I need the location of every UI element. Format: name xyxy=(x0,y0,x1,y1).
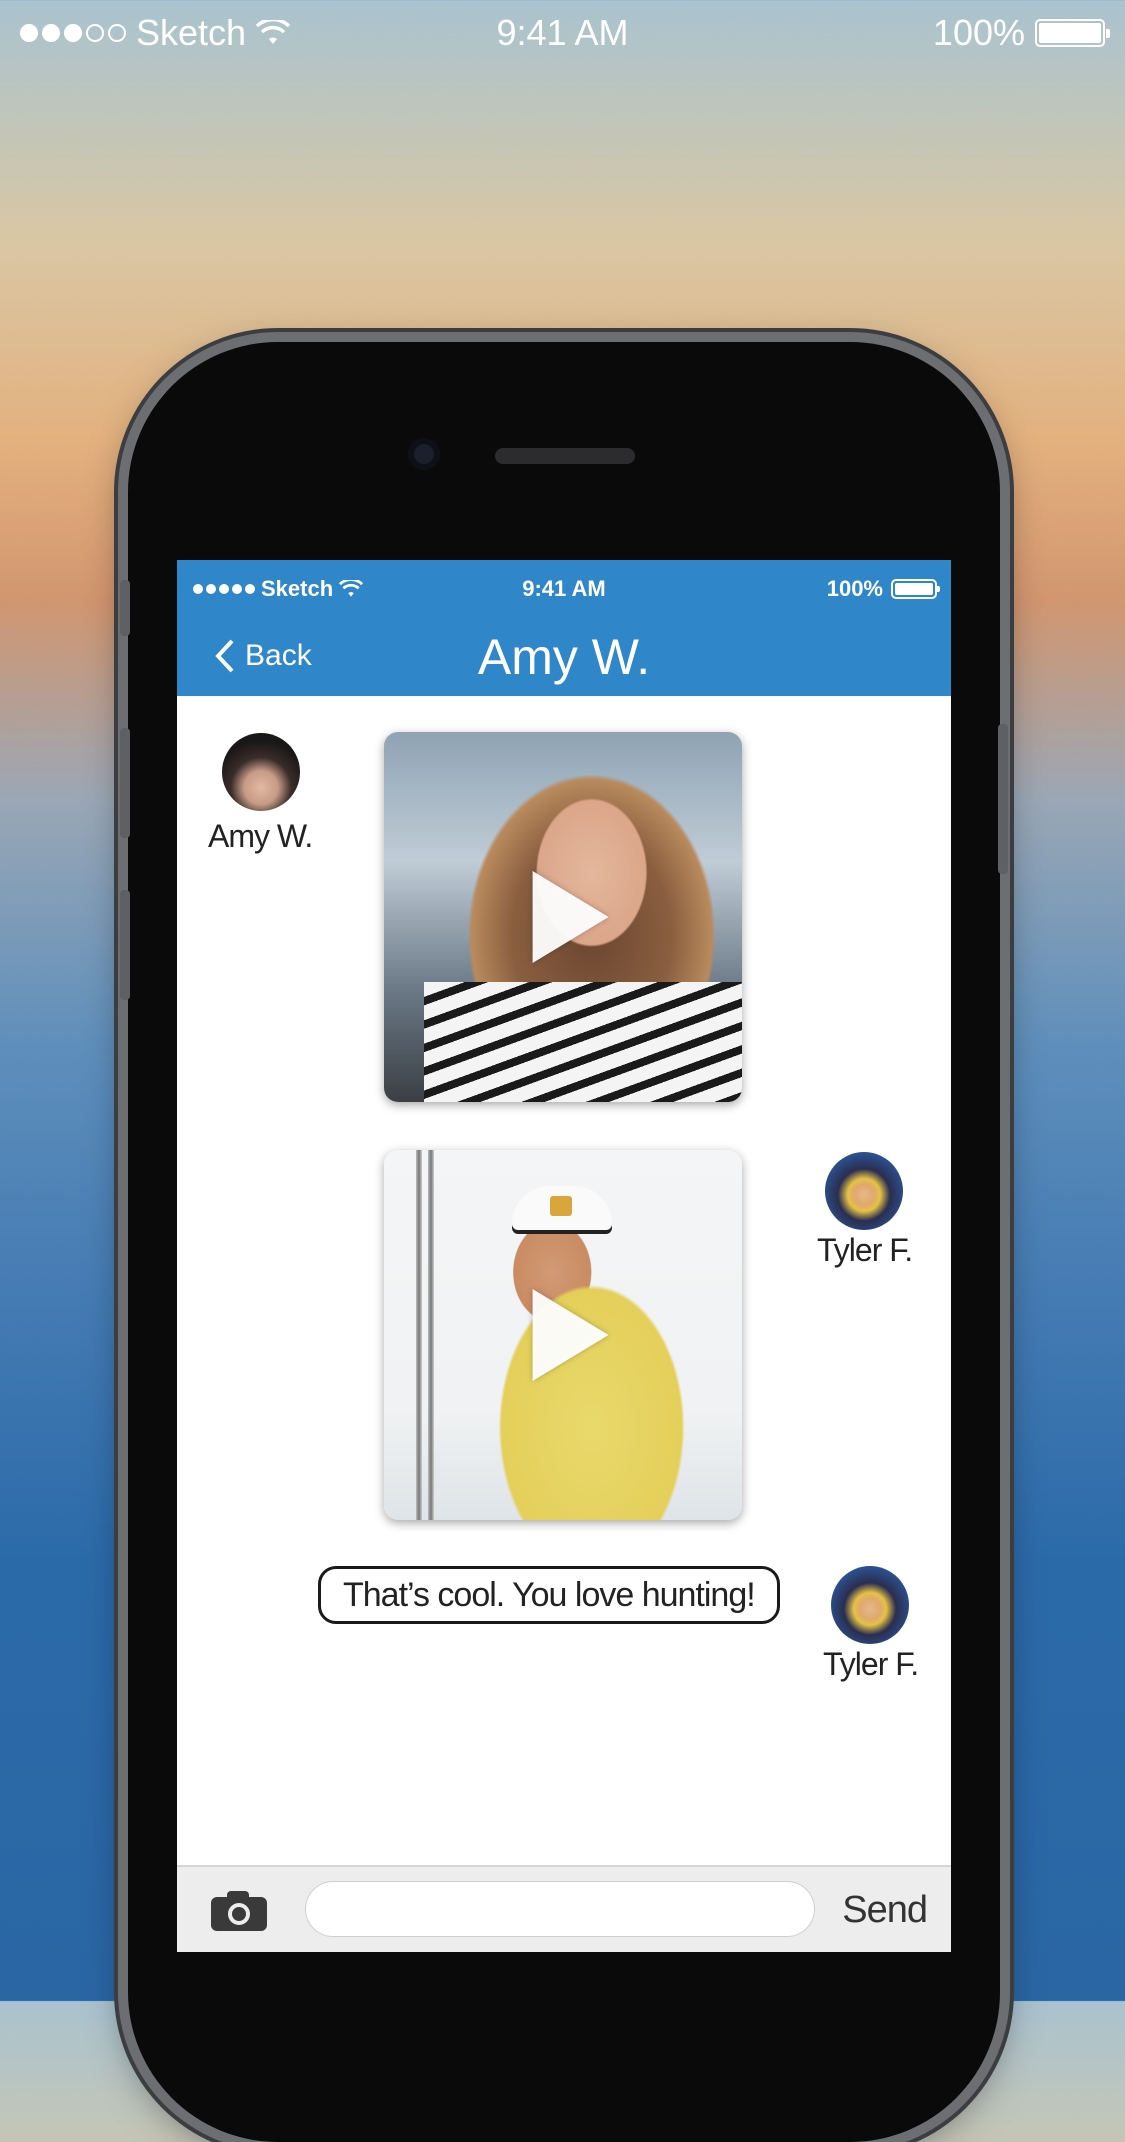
power-button xyxy=(998,724,1008,874)
front-camera-icon xyxy=(408,438,440,470)
mute-switch xyxy=(120,580,130,636)
volume-down-button xyxy=(120,890,130,1000)
battery-icon xyxy=(1035,19,1110,47)
outer-status-bar: Sketch 9:41 AM 100% xyxy=(0,0,1125,70)
inner-status-bar: Sketch 9:41 AM 100% xyxy=(177,568,951,608)
message-composer: Send xyxy=(177,1865,951,1952)
sender-name-tyler: Tyler F. xyxy=(823,1646,919,1682)
video-thumbnail-detail xyxy=(424,982,742,1102)
battery-percent: 100% xyxy=(932,12,1025,53)
text-message-bubble[interactable]: That’s cool. You love hunting! xyxy=(318,1566,780,1624)
avatar-tyler[interactable] xyxy=(831,1566,909,1644)
video-message-tyler[interactable] xyxy=(384,1150,742,1520)
video-thumbnail-detail xyxy=(428,1150,434,1520)
navigation-bar: Sketch 9:41 AM 100% Back Amy W. xyxy=(177,560,951,696)
message-input[interactable] xyxy=(305,1881,815,1937)
conversation-title: Amy W. xyxy=(477,629,651,685)
inner-battery-icon xyxy=(891,579,940,599)
earpiece-speaker xyxy=(495,448,635,464)
avatar-amy[interactable] xyxy=(222,733,300,811)
avatar-tyler[interactable] xyxy=(825,1152,903,1230)
play-icon[interactable] xyxy=(532,871,609,963)
camera-icon[interactable] xyxy=(211,1889,267,1931)
inner-battery-percent: 100% xyxy=(826,576,883,601)
app-screen: Sketch 9:41 AM 100% Back Amy W. Amy W. T… xyxy=(177,560,951,1952)
outer-status-right: 100% xyxy=(932,12,1110,54)
play-icon[interactable] xyxy=(532,1289,609,1381)
inner-status-right: 100% xyxy=(826,576,940,602)
message-text: That’s cool. You love hunting! xyxy=(343,1575,756,1614)
volume-up-button xyxy=(120,728,130,838)
sender-name-tyler: Tyler F. xyxy=(817,1232,913,1268)
video-thumbnail-detail xyxy=(512,1186,612,1230)
video-thumbnail-detail xyxy=(416,1150,422,1520)
send-button[interactable]: Send xyxy=(842,1889,928,1932)
sender-name-amy: Amy W. xyxy=(208,818,313,854)
video-message-amy[interactable] xyxy=(384,732,742,1102)
